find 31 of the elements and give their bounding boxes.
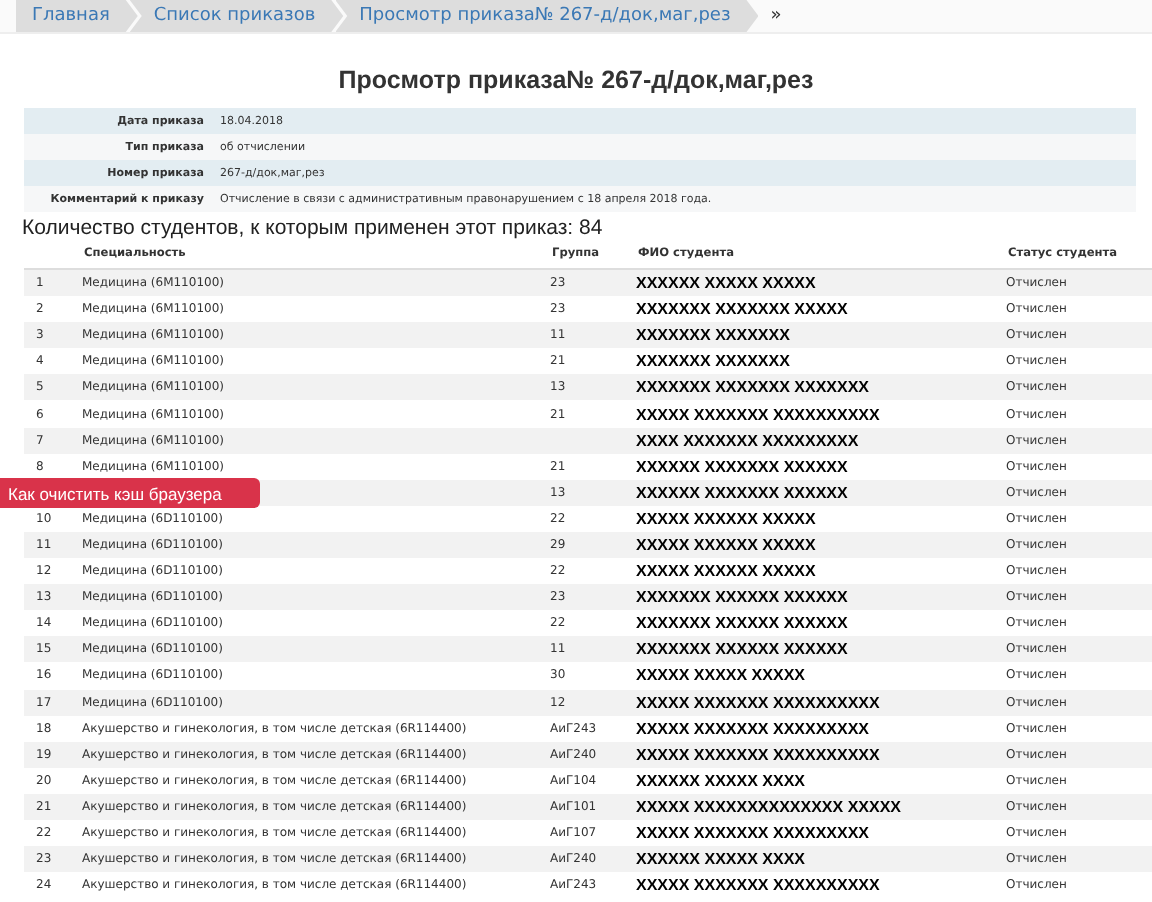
breadcrumb-more[interactable]: » bbox=[770, 6, 782, 26]
table-cell: XXXXX XXXXXXX XXXXXXXXXX bbox=[636, 741, 1006, 768]
table-cell: XXXXX XXXXXXX XXXXXXXXX bbox=[636, 819, 1006, 847]
page-title: Просмотр приказа№ 267-д/док,маг,рез bbox=[336, 66, 816, 94]
table-cell: XXXXXXX XXXXXXX XXXXX bbox=[636, 296, 1006, 323]
students-heading: Количество студентов, к которым применен этот приказ: 84 bbox=[22, 218, 605, 240]
table-cell: XXXXX XXXXXXX XXXXXXXXXX bbox=[636, 400, 1006, 428]
table-cell: XXXXXX XXXXX XXXX bbox=[636, 767, 1006, 794]
table-cell: XXXXX XXXXXXX XXXXXXXXXX bbox=[636, 872, 1006, 899]
table-cell: XXXXXXX XXXXXX XXXXXX bbox=[636, 610, 1006, 637]
table-cell: XXXXXXX XXXXXX XXXXXX bbox=[636, 584, 1006, 611]
table-cell: XXXXXX XXXXXXX XXXXXX bbox=[636, 453, 1006, 480]
table-cell: XXXXX XXXXXXX XXXXXXXXXX bbox=[636, 689, 1006, 716]
table-cell: XXXXX XXXXXXXXXXXXXX XXXXX bbox=[636, 793, 1006, 820]
table-cell: XXXXX XXXXXX XXXXX bbox=[636, 558, 1006, 585]
table-cell: XXXXXX XXXXX XXXX bbox=[636, 846, 1006, 873]
breadcrumb-link[interactable]: Список приказов bbox=[129, 0, 344, 32]
table-cell: XXXXXXX XXXXXXX XXXXXXX bbox=[636, 374, 1006, 401]
table-cell: XXXXXX XXXXX XXXXX bbox=[636, 269, 1006, 297]
table-cell: XXXXX XXXXX XXXXX bbox=[636, 662, 1006, 689]
table-cell: XXXX XXXXXXX XXXXXXXXX bbox=[636, 427, 1006, 454]
table-cell: XXXXX XXXXXX XXXXX bbox=[636, 531, 1006, 559]
breadcrumb-link[interactable]: Главная bbox=[16, 0, 138, 32]
table-cell: XXXXXXX XXXXXXX bbox=[636, 348, 1006, 375]
table-cell: XXXXXXX XXXXXXX bbox=[636, 322, 1006, 349]
help-button[interactable]: Как очистить кэш браузера bbox=[0, 478, 260, 508]
breadcrumb-link[interactable]: Просмотр приказа№ 267-д/док,маг,рез bbox=[335, 0, 759, 32]
table-cell: XXXXXXX XXXXXX XXXXXX bbox=[636, 636, 1006, 663]
table-cell: XXXXXX XXXXXXX XXXXXX bbox=[636, 479, 1006, 506]
table-cell: XXXXX XXXXXX XXXXX bbox=[636, 505, 1006, 532]
table-cell: XXXXX XXXXXXX XXXXXXXXX bbox=[636, 715, 1006, 742]
